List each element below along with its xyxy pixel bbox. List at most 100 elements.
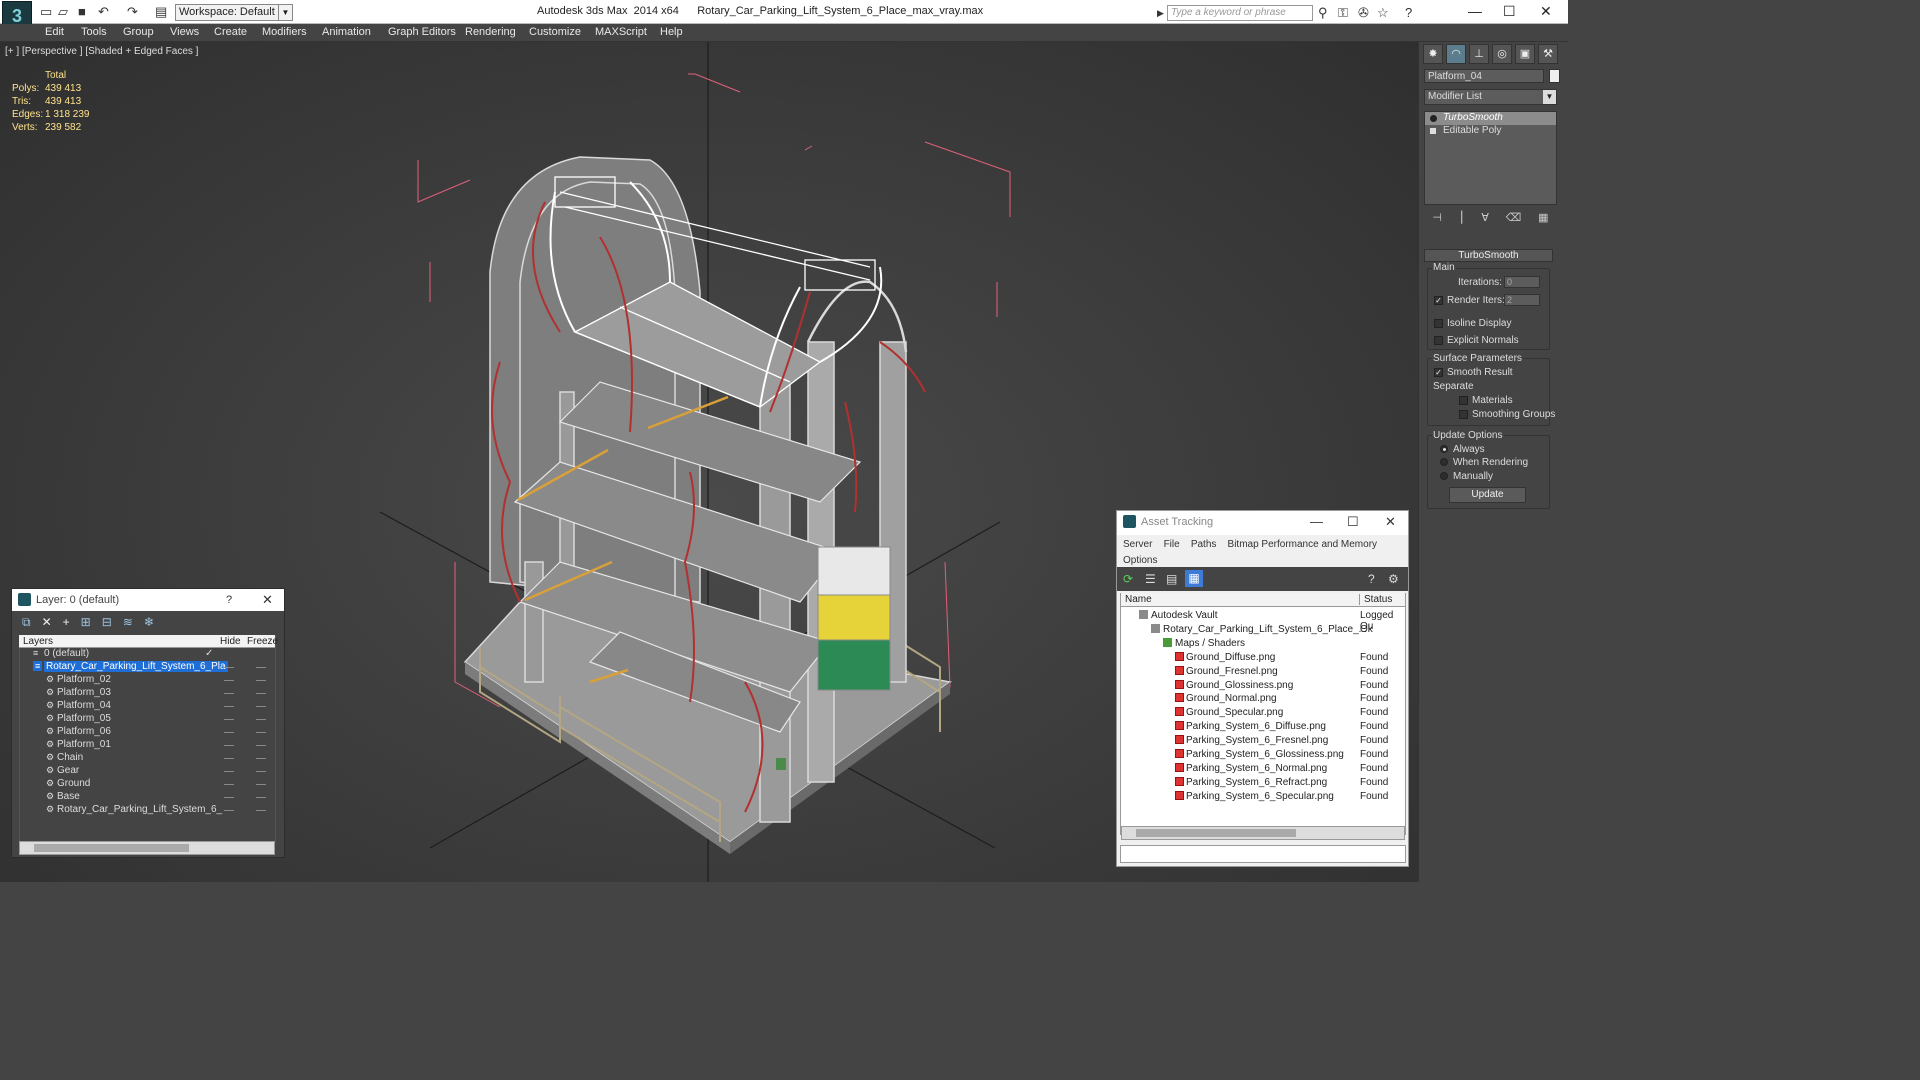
- menu-create[interactable]: Create: [214, 26, 247, 38]
- layer-row[interactable]: ⚙ Platform_06: [19, 726, 273, 739]
- open-file-icon[interactable]: ▱: [58, 4, 68, 20]
- freeze-toggle[interactable]: [256, 732, 266, 733]
- project-folder-icon[interactable]: ▤: [155, 4, 167, 20]
- freeze-toggle[interactable]: [256, 771, 266, 772]
- highlight-layer-icon[interactable]: ⊟: [102, 615, 112, 630]
- stack-item-turbosmooth[interactable]: TurboSmooth: [1425, 112, 1556, 125]
- menu-maxscript[interactable]: MAXScript: [595, 26, 647, 38]
- add-layer-icon[interactable]: +: [63, 615, 70, 630]
- turbosmooth-rollout-header[interactable]: TurboSmooth: [1424, 249, 1553, 262]
- asset-row[interactable]: Parking_System_6_Diffuse.png Found: [1121, 720, 1405, 734]
- make-unique-icon[interactable]: ∀: [1481, 211, 1489, 224]
- layer-manager-icon[interactable]: ⧉: [22, 615, 31, 630]
- menu-group[interactable]: Group: [123, 26, 154, 38]
- communication-icon[interactable]: ✇: [1358, 5, 1369, 21]
- scroll-thumb[interactable]: [34, 844, 189, 852]
- stack-item-editable-poly[interactable]: Editable Poly: [1425, 125, 1556, 138]
- asset-path-field[interactable]: [1120, 845, 1406, 863]
- help-icon[interactable]: ?: [226, 594, 232, 606]
- select-in-layer-icon[interactable]: ⊞: [81, 615, 91, 630]
- materials-checkbox[interactable]: [1459, 396, 1468, 405]
- hide-all-icon[interactable]: ≋: [123, 615, 133, 630]
- help-icon[interactable]: ?: [1368, 572, 1375, 586]
- freeze-all-icon[interactable]: ❄: [144, 615, 154, 630]
- utilities-tab-icon[interactable]: ⚒: [1538, 44, 1558, 64]
- modifier-list-dropdown[interactable]: Modifier List ▼: [1424, 89, 1557, 105]
- layer-row[interactable]: ⚙ Chain: [19, 752, 273, 765]
- display-tab-icon[interactable]: ▣: [1515, 44, 1535, 64]
- asset-menu-server[interactable]: Server: [1123, 539, 1152, 550]
- minimize-icon[interactable]: —: [1310, 514, 1323, 529]
- menu-edit[interactable]: Edit: [45, 26, 64, 38]
- asset-row[interactable]: Maps / Shaders: [1121, 637, 1405, 651]
- asset-row[interactable]: Parking_System_6_Refract.png Found: [1121, 776, 1405, 790]
- object-name-field[interactable]: Platform_04: [1424, 69, 1544, 83]
- freeze-toggle[interactable]: [256, 706, 266, 707]
- col-status[interactable]: Status: [1359, 594, 1392, 605]
- asset-menu-file[interactable]: File: [1164, 539, 1180, 550]
- layer-row[interactable]: ⚙ Platform_04: [19, 700, 273, 713]
- freeze-toggle[interactable]: [256, 810, 266, 811]
- menu-tools[interactable]: Tools: [81, 26, 107, 38]
- hide-toggle[interactable]: [224, 771, 234, 772]
- asset-row[interactable]: Ground_Diffuse.png Found: [1121, 651, 1405, 665]
- pin-stack-icon[interactable]: ⊣: [1432, 211, 1442, 224]
- isoline-display-checkbox[interactable]: [1434, 319, 1443, 328]
- redo-icon[interactable]: ↷: [127, 4, 138, 20]
- freeze-toggle[interactable]: [256, 693, 266, 694]
- col-freeze[interactable]: Freeze: [247, 636, 278, 647]
- asset-row[interactable]: Ground_Normal.png Found: [1121, 692, 1405, 706]
- menu-graph-editors[interactable]: Graph Editors: [388, 26, 456, 38]
- asset-dialog-titlebar[interactable]: Asset Tracking — ☐ ✕: [1117, 511, 1408, 535]
- asset-menu-paths[interactable]: Paths: [1191, 539, 1217, 550]
- current-layer-check-icon[interactable]: ✓: [205, 648, 213, 659]
- settings-icon[interactable]: ⚙: [1388, 572, 1399, 586]
- hide-toggle[interactable]: [224, 784, 234, 785]
- object-color-swatch[interactable]: [1549, 69, 1560, 83]
- hide-toggle[interactable]: [224, 758, 234, 759]
- layer-row[interactable]: ≡ Rotary_Car_Parking_Lift_System_6_Pla: [19, 661, 273, 674]
- asset-row[interactable]: Autodesk Vault Logged Ou: [1121, 609, 1405, 632]
- layer-row[interactable]: ⚙ Base: [19, 791, 273, 804]
- render-iters-checkbox[interactable]: ✓: [1434, 296, 1443, 305]
- asset-row[interactable]: Rotary_Car_Parking_Lift_System_6_Place_.…: [1121, 623, 1405, 637]
- layer-row[interactable]: ≡ 0 (default) ✓: [19, 648, 273, 661]
- layer-row[interactable]: ⚙ Platform_03: [19, 687, 273, 700]
- scroll-thumb[interactable]: [1136, 829, 1296, 837]
- save-icon[interactable]: ■: [78, 4, 86, 19]
- layer-row[interactable]: ⚙ Gear: [19, 765, 273, 778]
- favorites-star-icon[interactable]: ☆: [1377, 5, 1389, 21]
- hide-toggle[interactable]: [224, 719, 234, 720]
- new-file-icon[interactable]: ▭: [40, 4, 52, 20]
- smoothing-groups-checkbox[interactable]: [1459, 410, 1468, 419]
- undo-icon[interactable]: ↶: [98, 4, 109, 20]
- modify-tab-icon[interactable]: ◠: [1446, 44, 1466, 64]
- search-input[interactable]: Type a keyword or phrase: [1167, 5, 1313, 21]
- delete-layer-icon[interactable]: ✕: [42, 615, 52, 630]
- table-view-icon[interactable]: ▦: [1185, 570, 1203, 587]
- create-tab-icon[interactable]: ✸: [1423, 44, 1443, 64]
- close-icon[interactable]: ✕: [262, 592, 273, 608]
- motion-tab-icon[interactable]: ◎: [1492, 44, 1512, 64]
- render-iters-spinner[interactable]: 2: [1504, 294, 1540, 306]
- layer-dialog-titlebar[interactable]: Layer: 0 (default) ? ✕: [12, 589, 284, 611]
- menu-modifiers[interactable]: Modifiers: [262, 26, 307, 38]
- list-view-icon[interactable]: ☰: [1145, 572, 1156, 586]
- remove-modifier-icon[interactable]: ⌫: [1506, 211, 1522, 224]
- menu-rendering[interactable]: Rendering: [465, 26, 516, 38]
- col-name[interactable]: Name: [1125, 594, 1152, 605]
- menu-views[interactable]: Views: [170, 26, 199, 38]
- col-layers[interactable]: Layers: [23, 636, 53, 647]
- explicit-normals-checkbox[interactable]: [1434, 336, 1443, 345]
- freeze-toggle[interactable]: [256, 745, 266, 746]
- bulb-icon[interactable]: [1430, 115, 1437, 122]
- maximize-icon[interactable]: ☐: [1347, 514, 1359, 530]
- asset-row[interactable]: Parking_System_6_Normal.png Found: [1121, 762, 1405, 776]
- menu-customize[interactable]: Customize: [529, 26, 581, 38]
- help-icon[interactable]: ?: [1405, 5, 1412, 20]
- manually-radio[interactable]: [1440, 472, 1448, 480]
- close-icon[interactable]: ✕: [1385, 514, 1396, 530]
- always-radio[interactable]: [1440, 445, 1448, 453]
- freeze-toggle[interactable]: [256, 758, 266, 759]
- layer-row[interactable]: ⚙ Platform_02: [19, 674, 273, 687]
